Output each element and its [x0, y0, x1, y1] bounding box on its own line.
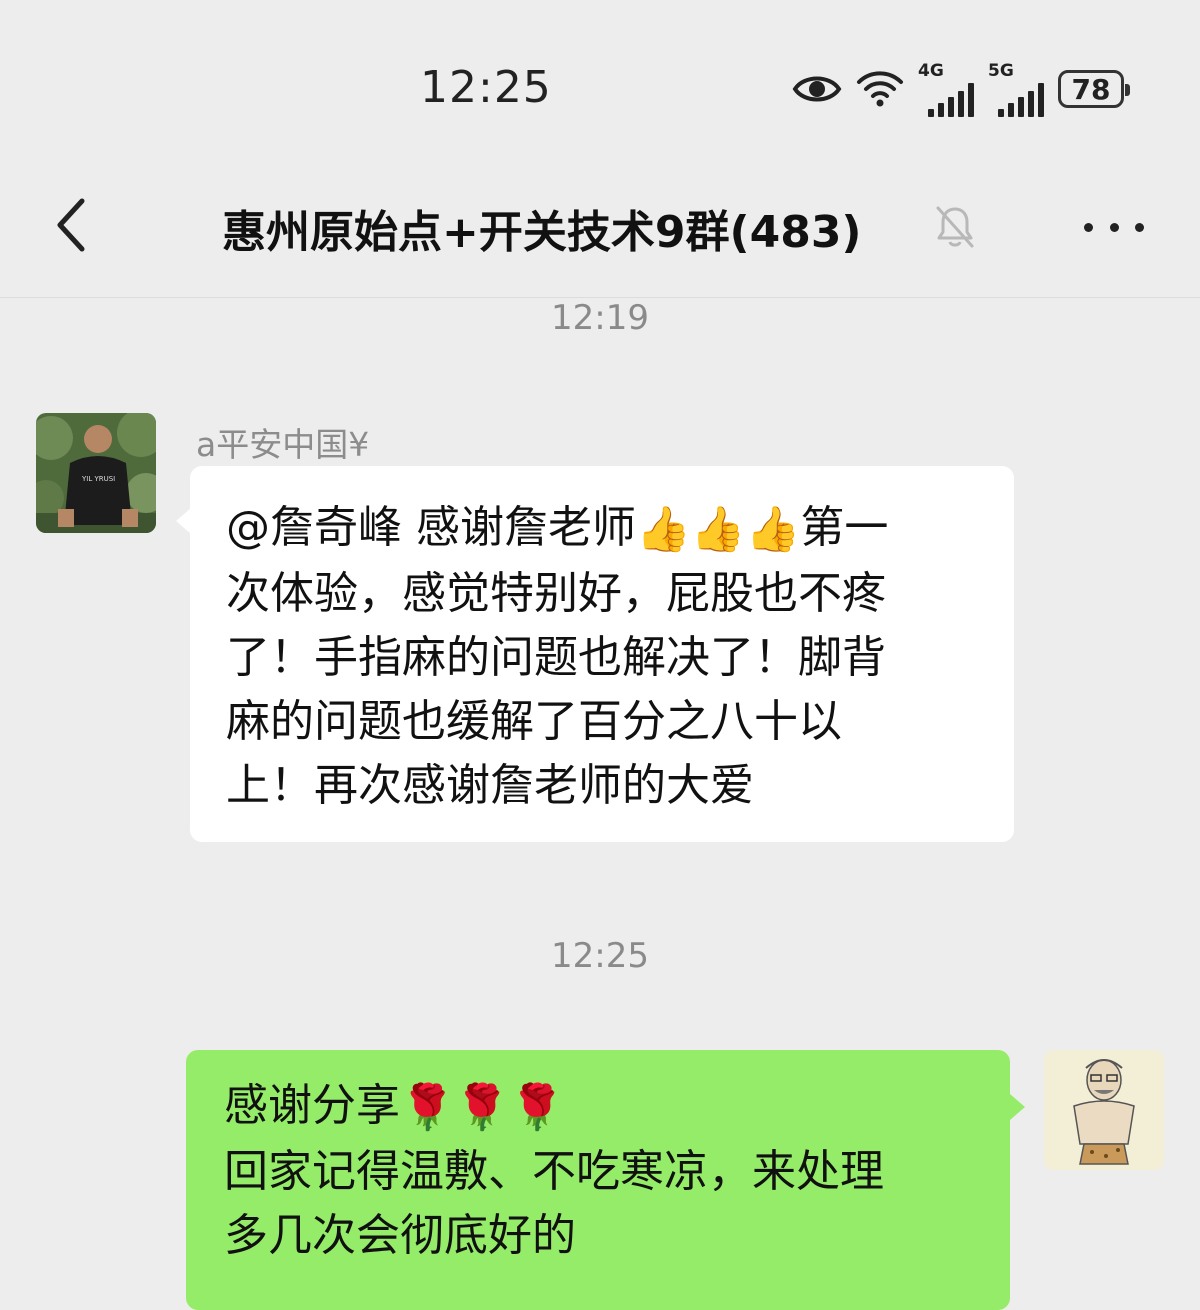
battery-level: 78: [1071, 72, 1111, 106]
svg-text:YIL YRUSI: YIL YRUSI: [81, 475, 115, 483]
message-line: 次体验，感觉特别好，屁股也不疼: [226, 568, 886, 619]
incoming-message-bubble[interactable]: @詹奇峰 感谢詹老师👍👍👍第一 次体验，感觉特别好，屁股也不疼 了！手指麻的问题…: [176, 466, 1014, 842]
signal-4g-icon: 4G: [918, 61, 974, 117]
more-dots-icon: [1084, 222, 1144, 232]
message-timestamp: 12:19: [551, 298, 649, 338]
chevron-left-icon: [57, 198, 85, 252]
avatar-cartoon: [1044, 1050, 1164, 1170]
wifi-icon: [857, 71, 903, 107]
eye-icon: [792, 76, 842, 102]
self-avatar[interactable]: [1044, 1050, 1164, 1170]
status-icons: 4G 5G 78: [792, 61, 1130, 117]
avatar-photo: YIL YRUSI: [36, 413, 156, 533]
bell-muted-icon: [936, 206, 974, 248]
sender-name: a平安中国¥: [196, 425, 370, 464]
more-button[interactable]: [1084, 205, 1144, 249]
battery-icon: 78: [1058, 70, 1130, 108]
message-line: @詹奇峰 感谢詹老师👍👍👍第一: [226, 496, 980, 562]
status-time: 12:25: [420, 62, 552, 113]
back-button[interactable]: [40, 195, 100, 255]
signal-5g-icon: 5G: [988, 61, 1044, 117]
message-line: 回家记得温敷、不吃寒凉，来处理: [224, 1146, 884, 1197]
sender-avatar[interactable]: YIL YRUSI: [36, 413, 156, 533]
chat-title: 惠州原始点+开关技术9群(483): [222, 207, 862, 258]
rose-icon: 🌹🌹🌹: [400, 1082, 565, 1133]
message-line: 多几次会彻底好的: [224, 1210, 576, 1261]
message-line: 感谢分享🌹🌹🌹: [224, 1074, 980, 1140]
message-line: 了！手指麻的问题也解决了！脚背: [226, 632, 886, 683]
outgoing-message-bubble[interactable]: 感谢分享🌹🌹🌹 回家记得温敷、不吃寒凉，来处理 多几次会彻底好的: [186, 1050, 1025, 1310]
message-line: 麻的问题也缓解了百分之八十以: [226, 696, 842, 747]
message-line: 上！再次感谢詹老师的大爱: [226, 760, 754, 811]
thumbs-up-icon: 👍👍👍: [636, 504, 801, 555]
message-timestamp: 12:25: [551, 936, 649, 976]
